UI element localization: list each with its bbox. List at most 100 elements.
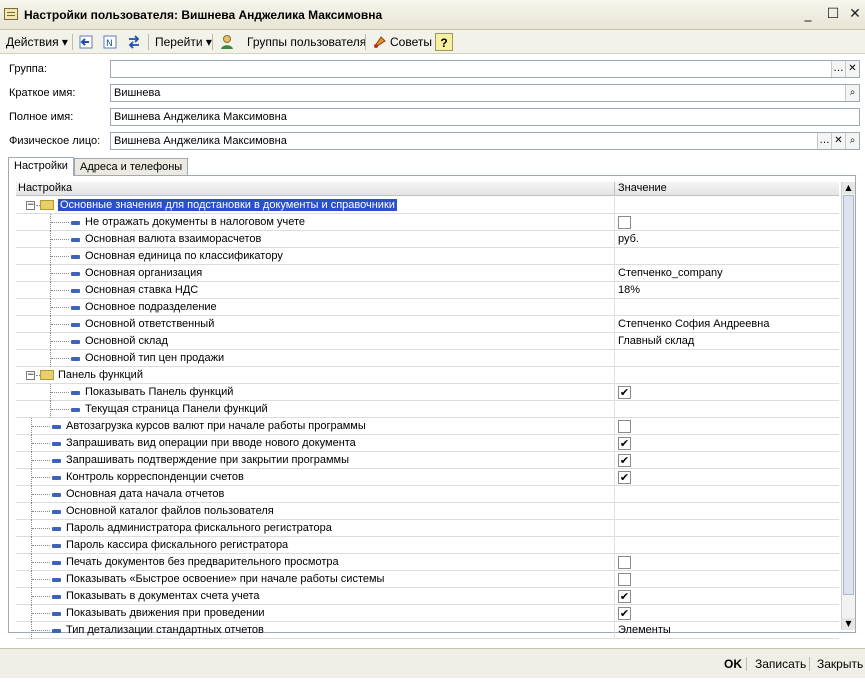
refresh-icon[interactable]: N <box>102 34 118 50</box>
row-value[interactable]: Степченко_company <box>618 266 723 281</box>
column-header-value[interactable]: Значение <box>618 182 667 196</box>
table-row[interactable]: Тип детализации стандартных отчетов Элеме… <box>16 622 839 639</box>
table-row[interactable]: Пароль администратора фискального регист… <box>16 520 839 537</box>
table-row[interactable]: Основная валюта взаиморасчетов руб. <box>16 231 839 248</box>
tab-addresses[interactable]: Адреса и телефоны <box>74 158 189 176</box>
table-row[interactable]: Основной тип цен продажи <box>16 350 839 367</box>
table-row[interactable]: Основная дата начала отчетов <box>16 486 839 503</box>
goto-menu[interactable]: Перейти ▾ <box>152 33 215 51</box>
person-label: Физическое лицо: <box>9 135 101 147</box>
save-button[interactable]: Записать <box>755 655 806 673</box>
tips-button[interactable]: Советы <box>387 33 435 51</box>
collapse-icon[interactable]: − <box>26 371 35 380</box>
actions-menu[interactable]: Действия ▾ <box>3 33 71 51</box>
ok-button[interactable]: OK <box>724 655 742 673</box>
scroll-thumb[interactable] <box>843 195 854 595</box>
vertical-scrollbar[interactable]: ▲ ▼ <box>841 182 855 630</box>
setting-icon <box>52 442 61 446</box>
user-icon[interactable] <box>219 34 235 50</box>
setting-icon <box>52 493 61 497</box>
column-header-setting[interactable]: Настройка <box>18 182 72 196</box>
table-row[interactable]: Показывать Панель функций ✔ <box>16 384 839 401</box>
table-row[interactable]: Основной склад Главный склад <box>16 333 839 350</box>
table-row[interactable]: − Основные значения для подстановки в док… <box>16 197 839 214</box>
row-checkbox[interactable] <box>618 420 631 433</box>
row-checkbox[interactable]: ✔ <box>618 386 631 399</box>
table-row[interactable]: Показывать в документах счета учета ✔ <box>16 588 839 605</box>
table-row[interactable]: Не отражать документы в налоговом учете <box>16 214 839 231</box>
row-name: Показывать «Быстрое освоение» при начале… <box>66 573 385 585</box>
row-checkbox[interactable] <box>618 556 631 569</box>
group-field[interactable] <box>110 60 860 78</box>
row-value[interactable]: руб. <box>618 232 639 247</box>
row-checkbox[interactable]: ✔ <box>618 437 631 450</box>
row-value[interactable]: 18% <box>618 283 640 298</box>
table-row[interactable]: Пароль кассира фискального регистратора <box>16 537 839 554</box>
help-button[interactable]: ? <box>435 33 453 51</box>
search-icon: ⌕ <box>849 135 856 146</box>
full-name-field[interactable]: Вишнева Анджелика Максимовна <box>110 108 860 126</box>
row-value[interactable]: Главный склад <box>618 334 694 349</box>
group-select-button[interactable]: … <box>831 61 845 77</box>
table-row[interactable]: Основной ответственный Степченко София Ан… <box>16 316 839 333</box>
table-row[interactable]: Основной каталог файлов пользователя <box>16 503 839 520</box>
setting-icon <box>52 629 61 633</box>
setting-icon <box>71 306 80 310</box>
close-button[interactable]: Закрыть <box>817 655 863 673</box>
maximize-button[interactable]: ☐ <box>824 6 842 24</box>
table-row[interactable]: Контроль корреспонденции счетов ✔ <box>16 469 839 486</box>
scroll-up-icon[interactable]: ▲ <box>842 182 855 194</box>
table-row[interactable]: Основное подразделение <box>16 299 839 316</box>
row-name: Печать документов без предварительного п… <box>66 556 339 568</box>
setting-icon <box>71 408 80 412</box>
table-row[interactable]: Автозагрузка курсов валют при начале раб… <box>16 418 839 435</box>
setting-icon <box>52 578 61 582</box>
table-row[interactable]: Текущая страница Панели функций <box>16 401 839 418</box>
person-search-button[interactable]: ⌕ <box>845 133 859 149</box>
setting-icon <box>52 459 61 463</box>
row-checkbox[interactable]: ✔ <box>618 607 631 620</box>
ellipsis-icon: … <box>833 63 844 74</box>
row-name: Основная дата начала отчетов <box>66 488 225 500</box>
person-clear-button[interactable]: ✕ <box>831 133 845 149</box>
row-value[interactable]: Элементы <box>618 623 671 638</box>
minimize-button[interactable]: _ <box>799 6 817 24</box>
column-divider <box>614 182 615 196</box>
row-checkbox[interactable]: ✔ <box>618 454 631 467</box>
row-checkbox[interactable] <box>618 216 631 229</box>
short-name-field[interactable]: Вишнева <box>110 84 860 102</box>
table-row[interactable]: Запрашивать подтверждение при закрытии п… <box>16 452 839 469</box>
table-row[interactable]: Основная организация Степченко_company <box>16 265 839 282</box>
close-window-button[interactable]: ✕ <box>846 6 864 24</box>
tips-icon[interactable] <box>372 34 388 50</box>
short-name-search-button[interactable]: ⌕ <box>845 85 859 101</box>
row-checkbox[interactable]: ✔ <box>618 590 631 603</box>
group-clear-button[interactable]: ✕ <box>845 61 859 77</box>
row-value[interactable]: Степченко София Андреевна <box>618 317 769 332</box>
row-name: Показывать в документах счета учета <box>66 590 260 602</box>
table-row[interactable]: Показывать движения при проведении ✔ <box>16 605 839 622</box>
person-field[interactable]: Вишнева Анджелика Максимовна <box>110 132 860 150</box>
collapse-icon[interactable]: − <box>26 201 35 210</box>
table-row[interactable]: Основная ставка НДС 18% <box>16 282 839 299</box>
exchange-icon[interactable] <box>126 34 142 50</box>
row-name: Показывать движения при проведении <box>66 607 265 619</box>
table-row[interactable]: Основная единица по классификатору <box>16 248 839 265</box>
row-checkbox[interactable] <box>618 573 631 586</box>
scroll-down-icon[interactable]: ▼ <box>842 618 855 630</box>
toolbar-separator <box>148 34 149 50</box>
row-name: Основной каталог файлов пользователя <box>66 505 274 517</box>
row-name: Основная организация <box>85 267 203 279</box>
table-row[interactable]: Запрашивать вид операции при вводе новог… <box>16 435 839 452</box>
row-name: Основное подразделение <box>85 301 217 313</box>
folder-icon <box>40 200 54 210</box>
row-checkbox[interactable]: ✔ <box>618 471 631 484</box>
toolbar-separator <box>365 34 366 50</box>
table-row[interactable]: Печать документов без предварительного п… <box>16 554 839 571</box>
tab-settings[interactable]: Настройки <box>8 157 74 176</box>
person-select-button[interactable]: … <box>817 133 831 149</box>
table-row[interactable]: − Панель функций <box>16 367 839 384</box>
arrow-left-icon[interactable] <box>78 34 94 50</box>
user-groups-button[interactable]: Группы пользователя <box>244 33 369 51</box>
table-row[interactable]: Показывать «Быстрое освоение» при начале… <box>16 571 839 588</box>
